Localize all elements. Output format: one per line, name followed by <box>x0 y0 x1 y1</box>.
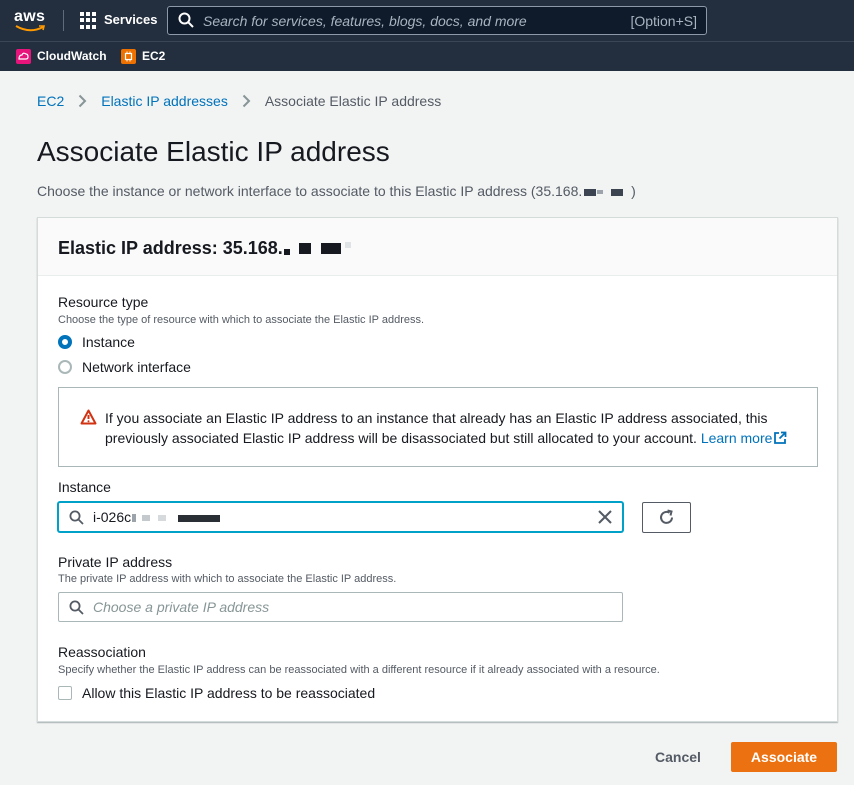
private-ip-description: The private IP address with which to ass… <box>58 573 397 585</box>
clear-icon[interactable] <box>597 509 613 525</box>
reassociation-checkbox[interactable] <box>58 686 72 700</box>
panel-title: Elastic IP address: 35.168. <box>58 238 817 259</box>
aws-logo-text: aws <box>14 8 46 25</box>
redacted-block <box>142 515 151 522</box>
redacted-block <box>611 188 624 196</box>
cancel-button[interactable]: Cancel <box>640 742 716 772</box>
search-icon <box>69 510 84 525</box>
cloudwatch-icon <box>16 48 31 64</box>
search-placeholder: Search for services, features, blogs, do… <box>203 13 527 29</box>
global-search-input[interactable]: Search for services, features, blogs, do… <box>167 6 707 35</box>
refresh-icon <box>660 509 673 524</box>
private-ip-search-input[interactable]: Choose a private IP address <box>58 592 623 622</box>
redacted-block <box>298 243 311 254</box>
panel-header: Elastic IP address: 35.168. <box>38 218 837 276</box>
radio-instance[interactable]: Instance <box>58 334 135 350</box>
search-shortcut: [Option+S] <box>630 13 697 29</box>
redacted-block <box>320 243 341 254</box>
services-grid-icon[interactable] <box>80 12 97 29</box>
page-description-text: Choose the instance or network interface… <box>37 183 583 199</box>
radio-label: Instance <box>82 334 135 350</box>
search-icon <box>178 12 194 28</box>
nav-divider <box>63 10 64 31</box>
instance-id-text: i-026c <box>93 509 132 525</box>
aws-smile-icon <box>15 25 45 32</box>
alert-text: If you associate an Elastic IP address t… <box>105 408 805 448</box>
instance-value: i-026c <box>93 509 221 525</box>
top-navigation: aws Services Search for services, featur… <box>0 0 854 41</box>
redacted-block <box>597 190 604 195</box>
reassociation-checkbox-label: Allow this Elastic IP address to be reas… <box>82 685 376 701</box>
redacted-block <box>344 241 351 248</box>
page-title: Associate Elastic IP address <box>37 136 390 167</box>
breadcrumb-elastic-ips-link[interactable]: Elastic IP addresses <box>101 93 228 109</box>
instance-search-input[interactable]: i-026c <box>58 502 623 532</box>
warning-icon <box>80 409 97 425</box>
breadcrumb-current: Associate Elastic IP address <box>264 93 442 109</box>
alert-message: If you associate an Elastic IP address t… <box>105 410 768 446</box>
redacted-block <box>158 515 167 522</box>
reassociation-label: Reassociation <box>58 644 146 660</box>
aws-logo[interactable]: aws <box>14 8 48 34</box>
elastic-ip-title: Elastic IP address: 35.168. <box>58 238 283 258</box>
breadcrumb: EC2 Elastic IP addresses Associate Elast… <box>37 93 441 109</box>
instance-label: Instance <box>58 479 111 495</box>
page-description: Choose the instance or network interface… <box>37 183 636 199</box>
ec2-icon <box>121 48 136 64</box>
search-icon <box>69 600 84 615</box>
favorite-cloudwatch[interactable]: CloudWatch <box>16 47 107 65</box>
services-menu-button[interactable]: Services <box>104 12 158 27</box>
external-link-icon <box>774 431 787 444</box>
reassociation-checkbox-row[interactable]: Allow this Elastic IP address to be reas… <box>58 685 375 701</box>
private-ip-placeholder: Choose a private IP address <box>93 599 270 615</box>
redacted-block <box>584 188 597 196</box>
chevron-right-icon <box>242 94 251 108</box>
association-panel: Elastic IP address: 35.168. Resource typ… <box>37 217 838 722</box>
redacted-block <box>283 248 290 255</box>
learn-more-label: Learn more <box>700 430 773 446</box>
favorite-label: CloudWatch <box>37 49 107 63</box>
favorite-label: EC2 <box>142 49 166 63</box>
breadcrumb-ec2-link[interactable]: EC2 <box>37 93 64 109</box>
redacted-block <box>178 514 221 522</box>
page-description-suffix: ) <box>631 183 636 199</box>
radio-button-checked[interactable] <box>58 335 72 349</box>
private-ip-label: Private IP address <box>58 554 173 570</box>
redacted-block <box>132 514 137 523</box>
associate-button[interactable]: Associate <box>731 742 837 772</box>
learn-more-link[interactable]: Learn more <box>701 430 788 446</box>
refresh-button[interactable] <box>642 502 691 533</box>
chevron-right-icon <box>79 94 87 108</box>
radio-button[interactable] <box>58 360 72 374</box>
radio-label: Network interface <box>82 359 191 375</box>
radio-network-interface[interactable]: Network interface <box>58 359 191 375</box>
resource-type-label: Resource type <box>58 294 149 310</box>
reassociation-description: Specify whether the Elastic IP address c… <box>58 664 660 676</box>
resource-type-description: Choose the type of resource with which t… <box>58 314 425 326</box>
warning-alert: If you associate an Elastic IP address t… <box>58 387 818 467</box>
favorite-ec2[interactable]: EC2 <box>121 47 165 65</box>
